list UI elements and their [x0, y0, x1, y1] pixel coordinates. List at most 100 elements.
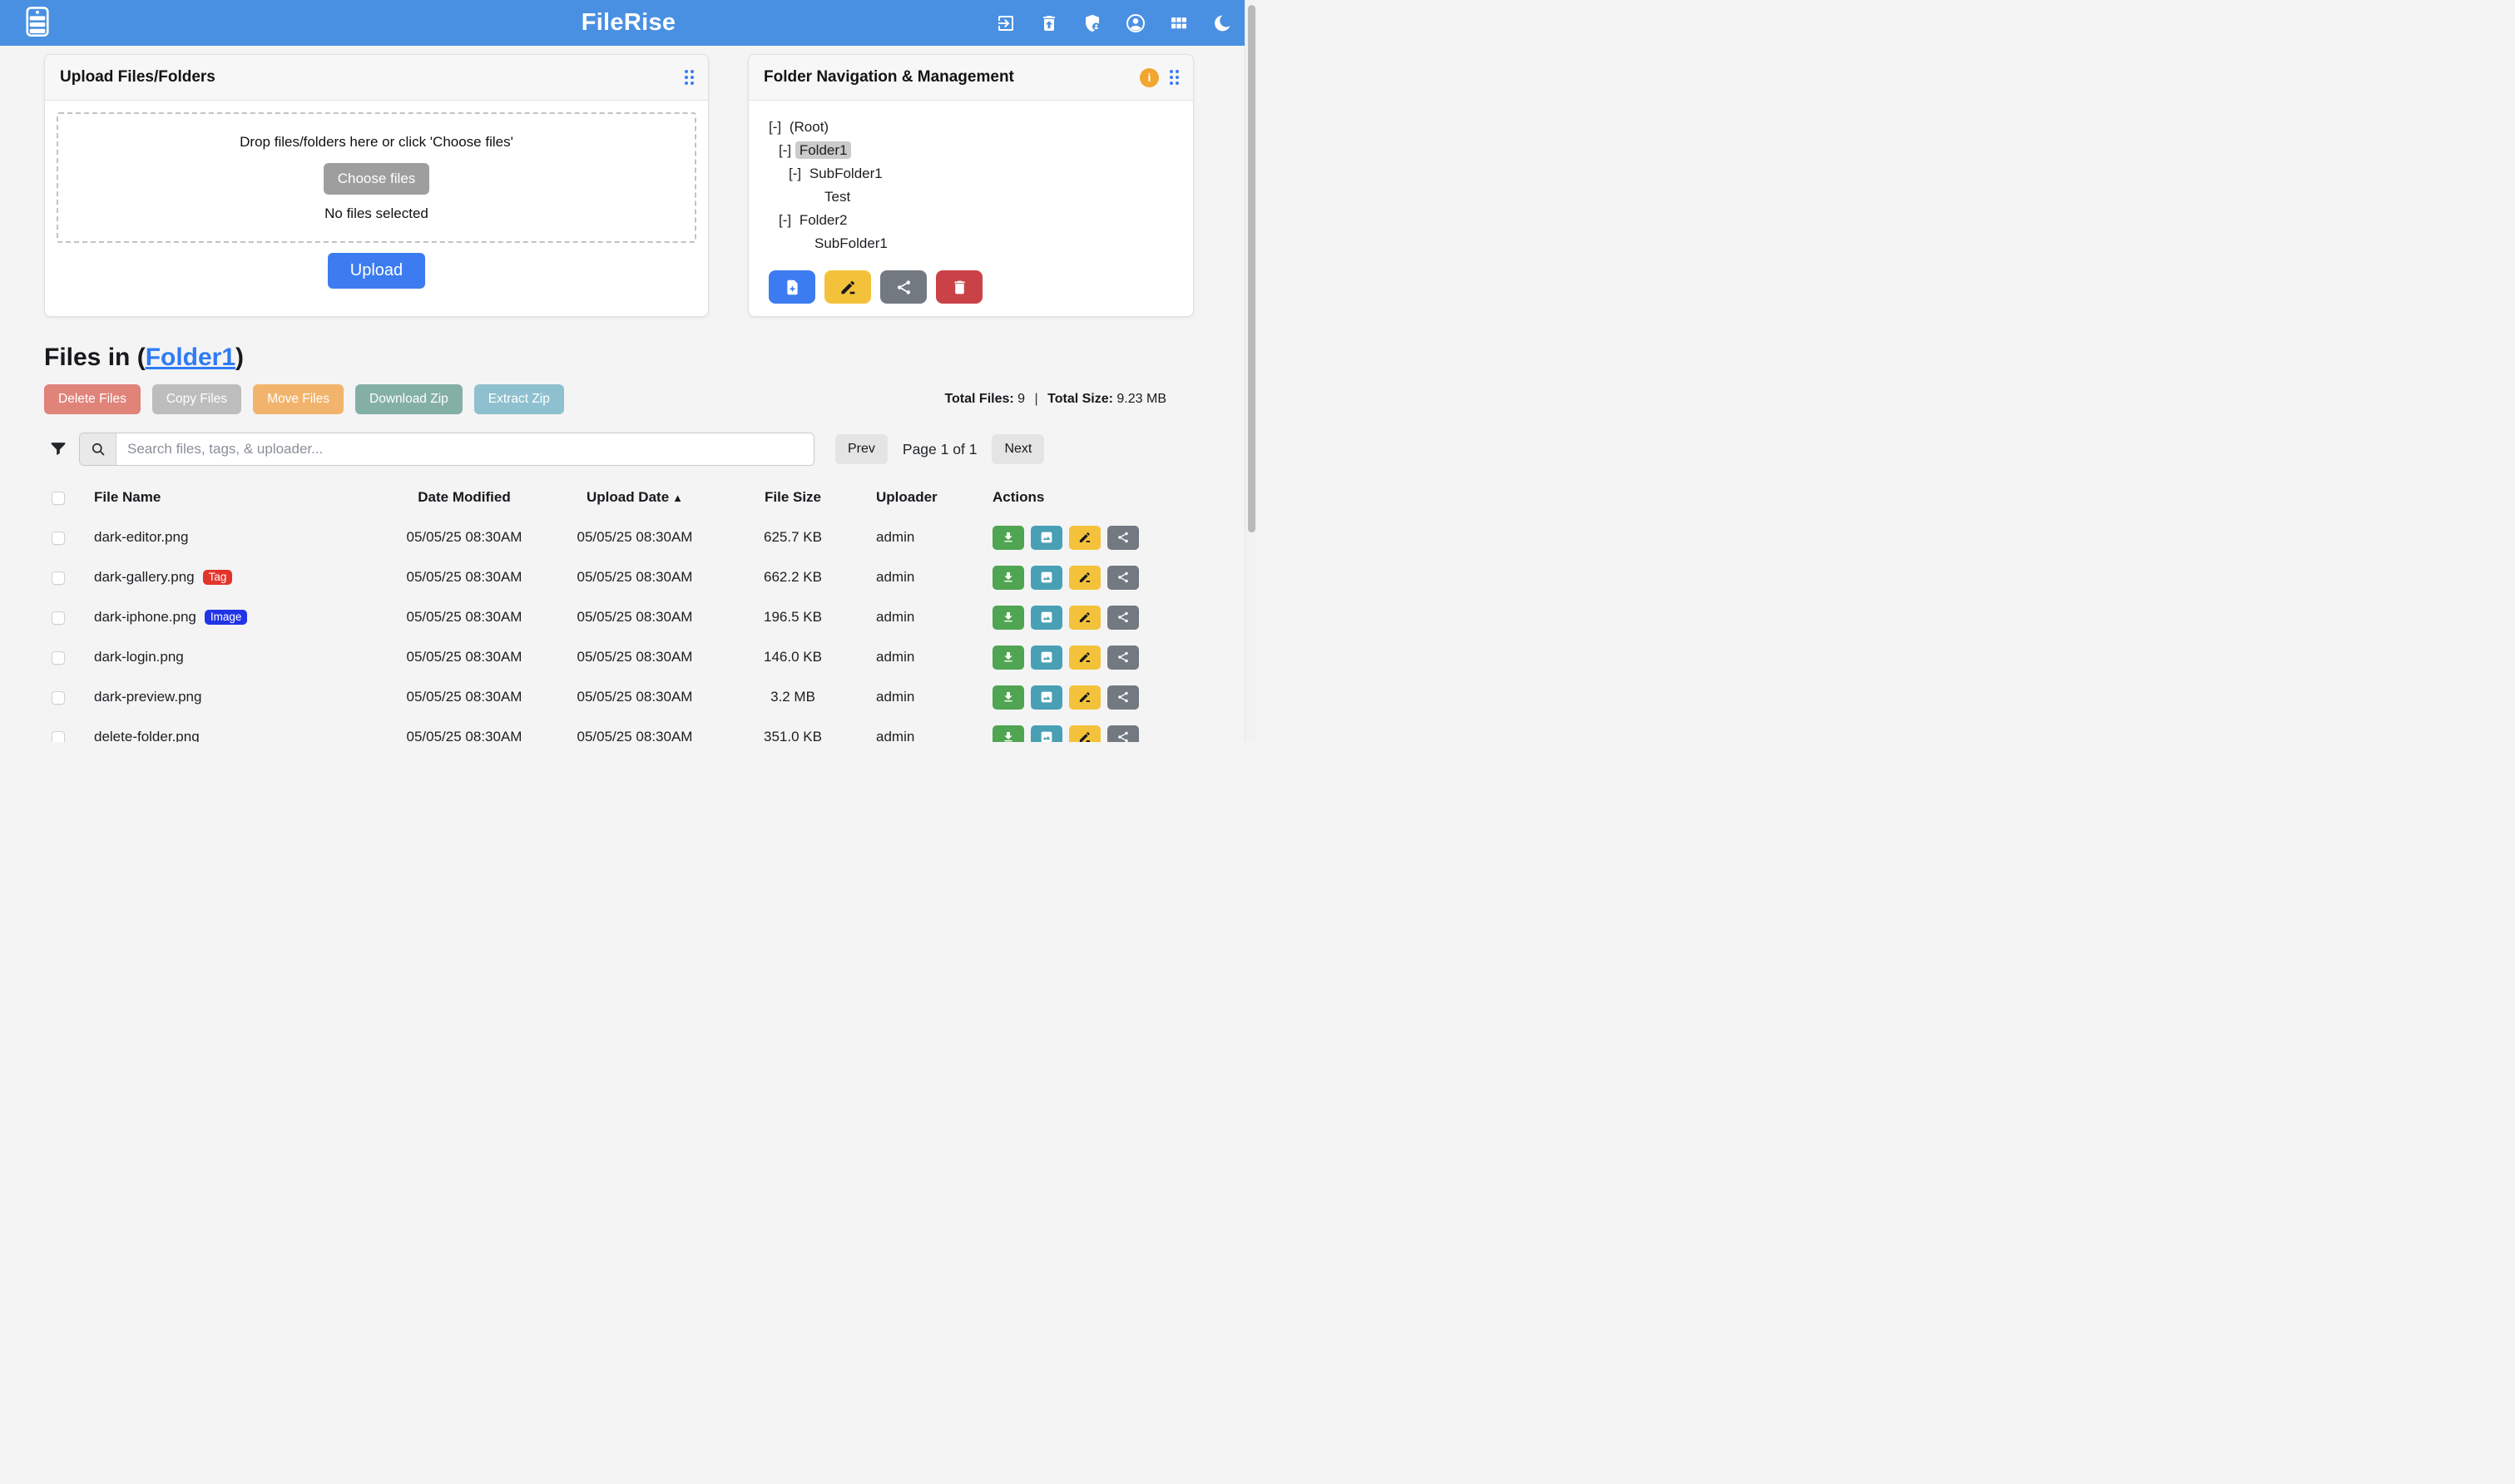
download-file-button[interactable] [993, 526, 1024, 550]
rename-file-button[interactable] [1069, 685, 1101, 710]
prev-page-button[interactable]: Prev [835, 434, 888, 464]
choose-files-button[interactable]: Choose files [324, 163, 430, 195]
folder-tree-item[interactable]: [-] SubFolder1 [769, 162, 1181, 186]
column-upload-date[interactable]: Upload Date▲ [560, 489, 710, 506]
share-file-button[interactable] [1107, 725, 1139, 743]
folder-tree-item[interactable]: SubFolder1 [769, 232, 1181, 255]
download-file-button[interactable] [993, 566, 1024, 590]
preview-image-button[interactable] [1031, 725, 1062, 743]
share-folder-button[interactable] [880, 270, 927, 304]
file-name[interactable]: dark-preview.png [94, 689, 201, 705]
scrollbar[interactable] [1245, 0, 1257, 742]
share-file-button[interactable] [1107, 685, 1139, 710]
folder-tree-item[interactable]: Test [769, 186, 1181, 209]
folder-card-header: Folder Navigation & Management i [749, 55, 1193, 101]
folder-tree-item[interactable]: [-] (Root) [769, 116, 1181, 139]
file-name[interactable]: dark-gallery.png [94, 569, 195, 586]
row-checkbox[interactable] [52, 611, 65, 625]
image-icon [1040, 611, 1053, 624]
download-file-button[interactable] [993, 646, 1024, 670]
folder-label[interactable]: SubFolder1 [810, 235, 892, 252]
rename-file-button[interactable] [1069, 566, 1101, 590]
upload-button[interactable]: Upload [328, 253, 425, 289]
folder-tree-item[interactable]: [-] Folder2 [769, 209, 1181, 232]
admin-shield-icon[interactable] [1082, 13, 1102, 33]
copy-files-button[interactable]: Copy Files [152, 384, 241, 414]
preview-image-button[interactable] [1031, 685, 1062, 710]
next-page-button[interactable]: Next [992, 434, 1044, 464]
share-file-button[interactable] [1107, 646, 1139, 670]
select-all-checkbox[interactable] [52, 492, 65, 505]
preview-image-button[interactable] [1031, 526, 1062, 550]
share-file-button[interactable] [1107, 526, 1139, 550]
filter-icon[interactable] [49, 439, 69, 459]
preview-image-button[interactable] [1031, 606, 1062, 630]
dark-mode-icon[interactable] [1212, 13, 1232, 33]
preview-image-button[interactable] [1031, 566, 1062, 590]
current-folder-link[interactable]: Folder1 [146, 344, 235, 371]
download-zip-button[interactable]: Download Zip [355, 384, 463, 414]
delete-files-button[interactable]: Delete Files [44, 384, 141, 414]
folder-card-title: Folder Navigation & Management [764, 68, 1014, 87]
folder-label[interactable]: Folder1 [795, 141, 852, 159]
folder-tree-item[interactable]: [-] Folder1 [769, 139, 1181, 162]
folder-label[interactable]: Folder2 [795, 211, 852, 229]
move-files-button[interactable]: Move Files [253, 384, 344, 414]
delete-folder-button[interactable] [936, 270, 983, 304]
download-icon [1002, 650, 1015, 664]
extract-zip-button[interactable]: Extract Zip [474, 384, 564, 414]
row-checkbox[interactable] [52, 571, 65, 585]
share-file-button[interactable] [1107, 606, 1139, 630]
upload-date: 05/05/25 08:30AM [560, 529, 710, 546]
rename-file-button[interactable] [1069, 526, 1101, 550]
rename-file-button[interactable] [1069, 606, 1101, 630]
grid-view-icon[interactable] [1169, 13, 1189, 33]
tree-collapse-toggle[interactable]: [-] [779, 142, 795, 158]
drag-handle-icon[interactable] [682, 67, 696, 87]
file-name[interactable]: dark-login.png [94, 649, 184, 665]
drag-handle-icon[interactable] [1167, 67, 1181, 87]
app-logo-button[interactable] [18, 4, 57, 42]
uploader: admin [876, 689, 993, 705]
image-icon [1040, 730, 1053, 742]
tree-collapse-toggle[interactable]: [-] [779, 212, 795, 228]
file-name[interactable]: dark-iphone.png [94, 609, 196, 626]
column-file-name[interactable]: File Name [94, 489, 369, 506]
upload-dropzone[interactable]: Drop files/folders here or click 'Choose… [57, 112, 696, 243]
download-file-button[interactable] [993, 725, 1024, 743]
rename-folder-button[interactable] [824, 270, 871, 304]
search-input[interactable] [116, 433, 814, 465]
tree-collapse-toggle[interactable]: [-] [789, 166, 805, 181]
row-actions [993, 646, 1166, 670]
restore-trash-icon[interactable] [1039, 13, 1059, 33]
folder-label[interactable]: (Root) [785, 118, 833, 136]
folder-label[interactable]: SubFolder1 [805, 165, 887, 182]
rename-file-button[interactable] [1069, 725, 1101, 743]
column-file-size[interactable]: File Size [710, 489, 876, 506]
folder-label[interactable]: Test [820, 188, 854, 205]
download-file-button[interactable] [993, 606, 1024, 630]
uploader: admin [876, 569, 993, 586]
row-checkbox[interactable] [52, 731, 65, 742]
row-checkbox[interactable] [52, 651, 65, 665]
rename-file-button[interactable] [1069, 646, 1101, 670]
row-checkbox[interactable] [52, 691, 65, 705]
column-date-modified[interactable]: Date Modified [369, 489, 560, 506]
column-uploader[interactable]: Uploader [876, 489, 993, 506]
info-icon[interactable]: i [1140, 68, 1159, 87]
account-icon[interactable] [1126, 13, 1146, 33]
file-name[interactable]: delete-folder.png [94, 729, 200, 742]
preview-image-button[interactable] [1031, 646, 1062, 670]
upload-date: 05/05/25 08:30AM [560, 569, 710, 586]
row-checkbox[interactable] [52, 532, 65, 545]
create-folder-button[interactable] [769, 270, 815, 304]
file-name[interactable]: dark-editor.png [94, 529, 188, 546]
tree-collapse-toggle[interactable]: [-] [769, 119, 785, 135]
download-file-button[interactable] [993, 685, 1024, 710]
pen-icon [1078, 531, 1092, 544]
share-file-button[interactable] [1107, 566, 1139, 590]
scrollbar-thumb[interactable] [1248, 5, 1255, 532]
logout-icon[interactable] [996, 13, 1016, 33]
row-actions [993, 566, 1166, 590]
total-files-value: 9 [1017, 392, 1025, 406]
